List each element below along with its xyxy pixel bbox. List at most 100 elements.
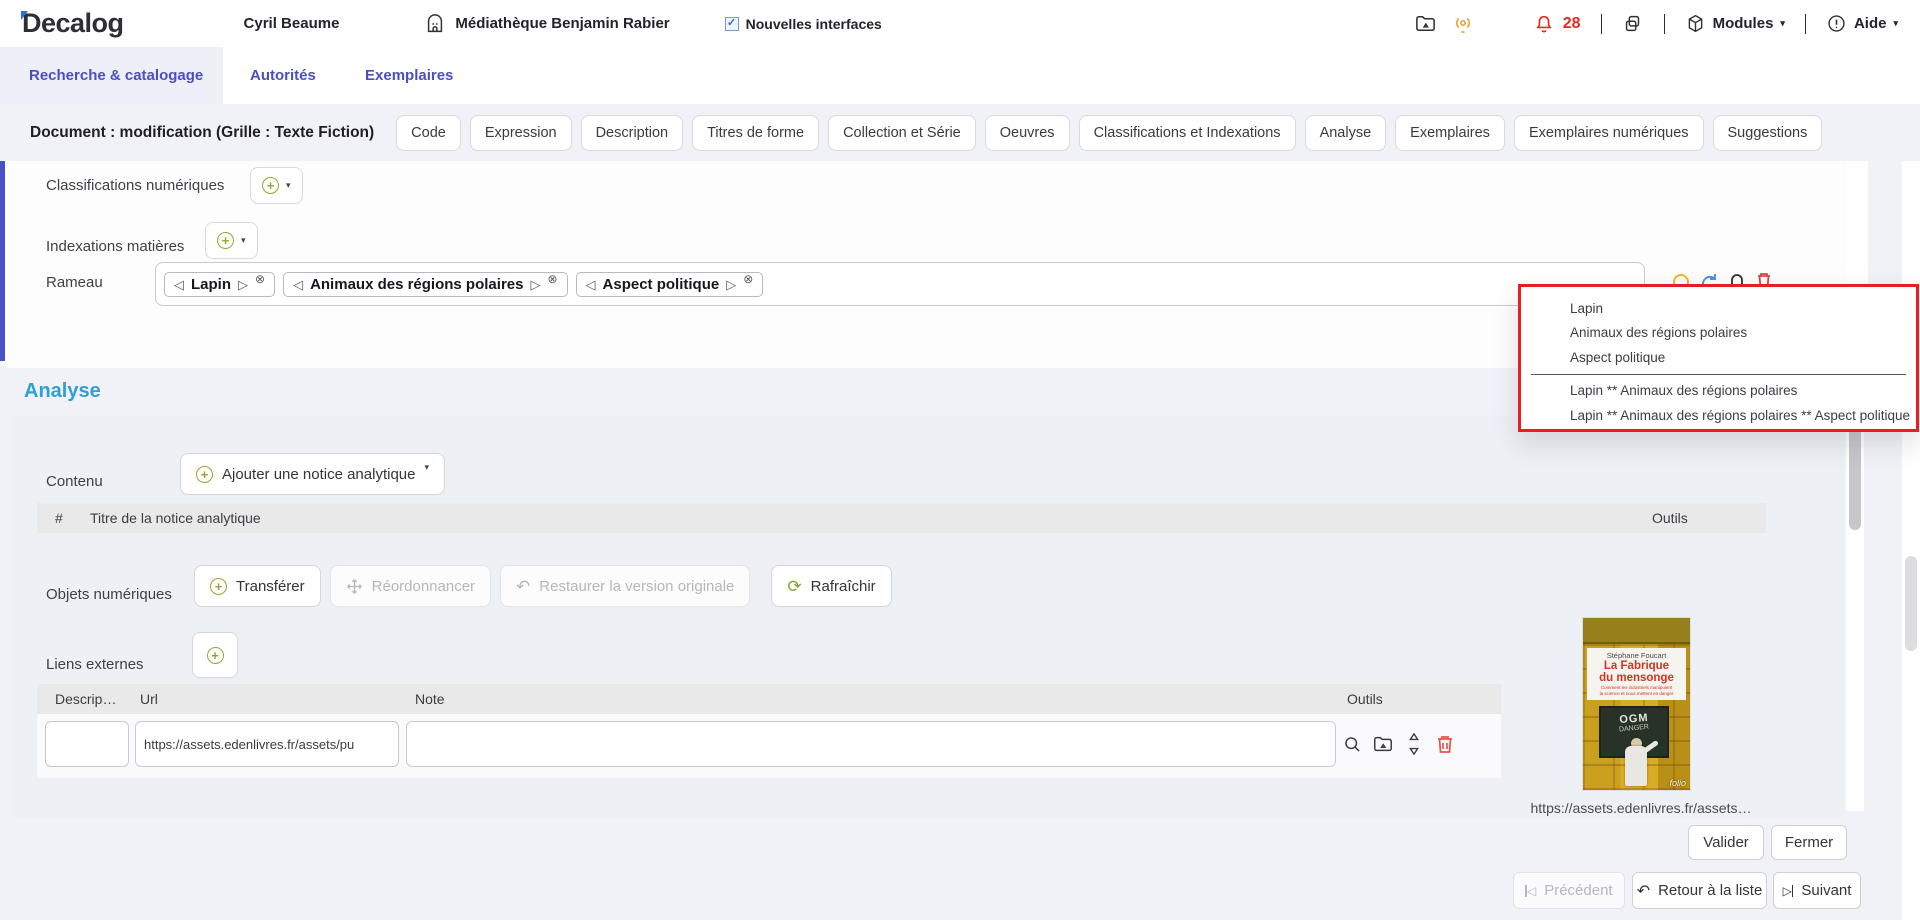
precedent-label: Précédent <box>1544 882 1612 899</box>
fermer-label: Fermer <box>1785 834 1833 851</box>
move-left-icon[interactable]: ◁ <box>293 278 303 291</box>
remove-chip-icon[interactable]: ⊗ <box>743 273 753 285</box>
move-left-icon[interactable]: ◁ <box>174 278 184 291</box>
beacon-icon[interactable] <box>1451 12 1475 36</box>
document-title: Document : modification (Grille : Texte … <box>30 124 374 142</box>
plus-circle-icon: + <box>196 466 213 483</box>
dropdown-divider <box>1531 374 1906 375</box>
rameau-chip-animaux[interactable]: ◁ Animaux des régions polaires ▷ ⊗ <box>283 272 567 297</box>
indexations-matieres-label: Indexations matières <box>46 238 184 255</box>
lien-note-input[interactable] <box>406 721 1336 767</box>
header-divider <box>1601 14 1602 34</box>
decalog-logo[interactable]: Decalog <box>22 8 124 39</box>
history-icon[interactable] <box>1672 268 1690 284</box>
cover-person-body <box>1625 746 1647 786</box>
library-selector[interactable]: Médiathèque Benjamin Rabier <box>424 13 669 35</box>
plus-circle-icon: + <box>217 232 234 249</box>
restaurer-version-button[interactable]: ↶ Restaurer la version originale <box>500 565 750 607</box>
retour-liste-label: Retour à la liste <box>1658 882 1762 899</box>
refresh-icon[interactable] <box>1700 268 1718 284</box>
delete-lien-icon[interactable] <box>1434 732 1456 756</box>
main-tabbar: Recherche & catalogage Autorités Exempla… <box>0 47 1920 104</box>
rameau-terms-dropdown: Lapin Animaux des régions polaires Aspec… <box>1518 284 1919 432</box>
folder-icon[interactable] <box>1414 12 1437 35</box>
return-arrow-icon: ↶ <box>1637 881 1650 901</box>
rameau-label: Rameau <box>46 274 103 291</box>
rafraichir-button[interactable]: ⟳ Rafraîchir <box>771 565 891 607</box>
lien-url-input[interactable] <box>135 721 399 767</box>
dropdown-item-combination-1[interactable]: Lapin ** Animaux des régions polaires <box>1521 379 1916 404</box>
dropdown-item-combination-2[interactable]: Lapin ** Animaux des régions polaires **… <box>1521 403 1916 428</box>
precedent-button[interactable]: ◁ Précédent <box>1513 872 1625 909</box>
suivant-button[interactable]: ▷ Suivant <box>1773 872 1861 909</box>
lien-description-input[interactable] <box>45 721 129 767</box>
add-indexation-button[interactable]: + ▾ <box>205 222 258 259</box>
section-buttons: Code Expression Description Titres de fo… <box>396 115 1822 151</box>
dropdown-item-aspect-politique[interactable]: Aspect politique <box>1521 345 1916 370</box>
rameau-chip-lapin[interactable]: ◁ Lapin ▷ ⊗ <box>164 272 275 297</box>
bell-icon[interactable] <box>1728 268 1746 284</box>
move-left-icon[interactable]: ◁ <box>586 278 596 291</box>
section-button-titres-de-forme[interactable]: Titres de forme <box>692 115 819 151</box>
transferer-button[interactable]: + Transférer <box>194 565 321 607</box>
page-scrollbar-track[interactable] <box>1902 104 1920 920</box>
page-scrollbar-thumb[interactable] <box>1905 556 1917 651</box>
header-divider <box>1664 14 1665 34</box>
add-classification-button[interactable]: + ▾ <box>250 167 303 204</box>
section-button-oeuvres[interactable]: Oeuvres <box>985 115 1070 151</box>
section-button-expression[interactable]: Expression <box>470 115 572 151</box>
notification-count: 28 <box>1563 15 1581 33</box>
cover-title-line2: du mensonge <box>1587 672 1686 684</box>
section-button-collection-et-serie[interactable]: Collection et Série <box>828 115 976 151</box>
move-icon <box>346 578 363 595</box>
dropdown-item-animaux[interactable]: Animaux des régions polaires <box>1521 321 1916 346</box>
current-user-name[interactable]: Cyril Beaume <box>244 15 340 32</box>
section-button-exemplaires[interactable]: Exemplaires <box>1395 115 1505 151</box>
move-right-icon[interactable]: ▷ <box>238 278 248 291</box>
valider-button[interactable]: Valider <box>1688 825 1764 860</box>
open-folder-icon[interactable] <box>1372 732 1394 756</box>
help-menu[interactable]: Aide ▾ <box>1826 13 1898 34</box>
refresh-icon: ⟳ <box>787 578 801 595</box>
remove-chip-icon[interactable]: ⊗ <box>255 273 265 285</box>
notices-table-header: # Titre de la notice analytique Outils <box>37 503 1766 533</box>
add-lien-externe-button[interactable]: + <box>192 632 238 678</box>
rameau-chip-aspect-politique[interactable]: ◁ Aspect politique ▷ ⊗ <box>576 272 764 297</box>
notifications[interactable]: 28 <box>1533 13 1581 35</box>
section-button-code[interactable]: Code <box>396 115 461 151</box>
reordonnancer-button[interactable]: Réordonnancer <box>330 565 491 607</box>
section-button-description[interactable]: Description <box>581 115 684 151</box>
section-button-analyse[interactable]: Analyse <box>1305 115 1387 151</box>
delete-icon[interactable] <box>1756 268 1772 284</box>
section-button-exemplaires-numeriques[interactable]: Exemplaires numériques <box>1514 115 1704 151</box>
tab-autorites[interactable]: Autorités <box>250 47 316 104</box>
fermer-button[interactable]: Fermer <box>1771 825 1847 860</box>
move-right-icon[interactable]: ▷ <box>530 278 540 291</box>
undo-icon: ↶ <box>516 578 530 595</box>
tab-exemplaires[interactable]: Exemplaires <box>365 47 453 104</box>
rameau-row-actions-clipped <box>1672 268 1792 284</box>
chip-label: Aspect politique <box>603 276 720 293</box>
inner-scrollbar-thumb[interactable] <box>1849 424 1861 530</box>
section-button-suggestions[interactable]: Suggestions <box>1713 115 1823 151</box>
book-cover-thumbnail[interactable]: Stéphane Foucart La Fabrique du mensonge… <box>1583 618 1690 790</box>
section-button-classifications[interactable]: Classifications et Indexations <box>1079 115 1296 151</box>
retour-liste-button[interactable]: ↶ Retour à la liste <box>1632 872 1767 909</box>
preview-icon[interactable] <box>1341 732 1363 756</box>
tab-recherche-catalogage[interactable]: Recherche & catalogage <box>29 47 203 104</box>
remove-chip-icon[interactable]: ⊗ <box>547 273 557 285</box>
restaurer-label: Restaurer la version originale <box>539 578 734 595</box>
dropdown-item-lapin[interactable]: Lapin <box>1521 296 1916 321</box>
new-interfaces-checkbox[interactable]: ✓ <box>725 17 739 31</box>
library-name: Médiathèque Benjamin Rabier <box>455 15 669 32</box>
cover-source-url[interactable]: https://assets.edenlivres.fr/assets… <box>1511 800 1771 816</box>
add-analytic-notice-button[interactable]: + Ajouter une notice analytique ▾ <box>180 453 445 495</box>
reorder-arrows-icon[interactable] <box>1403 732 1425 756</box>
liens-table-header: Descrip… Url Note Outils <box>37 684 1501 714</box>
windows-copy-icon[interactable] <box>1622 13 1644 35</box>
move-right-icon[interactable]: ▷ <box>726 278 736 291</box>
modules-menu[interactable]: Modules ▾ <box>1685 13 1785 34</box>
new-interfaces-toggle[interactable]: ✓ Nouvelles interfaces <box>725 16 882 32</box>
inner-scrollbar-track[interactable] <box>1846 161 1864 811</box>
rameau-terms-field[interactable]: ◁ Lapin ▷ ⊗ ◁ Animaux des régions polair… <box>155 262 1645 306</box>
